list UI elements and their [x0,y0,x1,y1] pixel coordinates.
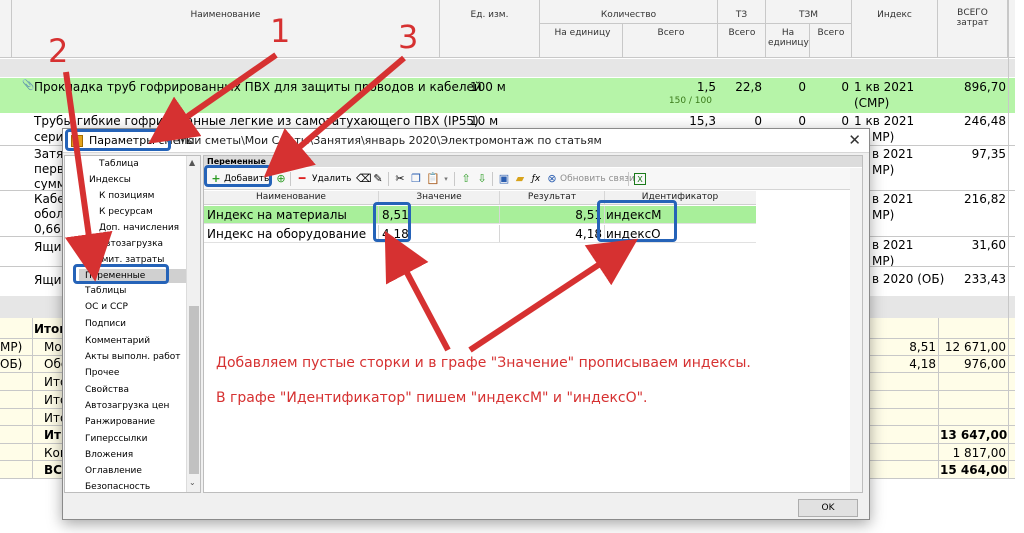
nav-item-security[interactable]: Безопасность [85,482,150,492]
save-icon[interactable]: ▣ [498,173,510,185]
nav-item-price-autoload[interactable]: Автозагрузка цен [85,401,169,411]
settings-nav-tree[interactable]: Таблица ⌄ Индексы К позициям К ресурсам … [64,155,201,493]
header-gap [0,0,12,57]
estimate-params-dialog[interactable]: Параметры сметы Мои сметы\Мои Сметы\Заня… [62,128,870,520]
highlight-variables-item [73,264,169,284]
panel-scrollbar[interactable] [850,168,862,492]
annotation-number-3: 3 [398,18,419,56]
move-up-icon[interactable]: ⇧ [460,173,472,185]
nav-item-work-acts[interactable]: Акты выполн. работ [85,352,181,362]
nav-item-indexes[interactable]: Индексы [89,175,131,185]
nav-scroll-thumb[interactable] [189,306,199,474]
scroll-down-icon[interactable]: ⌄ [189,478,196,487]
header-tzm-total: Всего [817,28,845,38]
panel-title: Переменные [204,156,862,167]
scroll-up-icon[interactable]: ▲ [189,158,195,167]
dialog-path: Мои сметы\Мои Сметы\Занятия\январь 2020\… [178,134,602,147]
ok-button[interactable]: OK [798,499,858,517]
minus-icon[interactable]: ━ [296,173,308,185]
dialog-titlebar[interactable]: Параметры сметы Мои сметы\Мои Сметы\Заня… [63,129,869,153]
variables-panel: Переменные + Добавить ⊕ ━ Удалить ⌫ ✎ ✂ … [203,155,863,493]
nav-item-other[interactable]: Прочее [85,368,119,378]
folder-icon[interactable]: ▰ [514,173,526,185]
nav-item-extra-charges[interactable]: Доп. начисления [99,223,179,233]
header-tz-total: Всего [728,28,756,38]
paperclip-icon: 📎 [22,80,35,91]
nav-scrollbar[interactable]: ▲ ⌄ [186,156,200,492]
annotation-number-2: 2 [48,32,69,70]
add-child-icon[interactable]: ⊕ [275,173,287,185]
header-qty-total: Всего [657,28,685,38]
nav-item-to-positions[interactable]: К позициям [99,191,154,201]
nav-item-attachments[interactable]: Вложения [85,450,133,460]
nav-item-tables[interactable]: Таблицы [85,286,126,296]
edit-icon[interactable]: ✎ [372,173,384,185]
close-icon[interactable]: ✕ [848,131,861,149]
section-band [0,59,1015,77]
highlight-add-button [204,165,272,187]
col-name-header[interactable]: Наименование [204,192,378,202]
nav-item-table[interactable]: Таблица [99,159,139,169]
total-label: Итог [34,322,66,336]
header-tzm-per-unit: На единицу [768,28,809,48]
table-row[interactable]: 📎 Прокладка труб гофрированных ПВХ для з… [0,78,1015,113]
refresh-links-button[interactable]: Обновить связи [560,170,635,188]
highlight-values [373,202,411,242]
annotation-number-1: 1 [270,12,291,50]
excel-icon[interactable]: X [634,173,646,185]
nav-item-autoload[interactable]: Автозагрузка [99,239,163,249]
header-name[interactable]: Наименование [12,0,440,57]
link-icon[interactable]: ⊗ [546,173,558,185]
col-result-header[interactable]: Результат [500,192,604,202]
nav-item-properties[interactable]: Свойства [85,385,129,395]
dropdown-icon[interactable]: ▾ [440,173,452,185]
annotation-text-identifiers: В графе "Идентификатор" пишем "индексМ" … [216,390,648,406]
header-unit[interactable]: Ед. изм. [440,0,540,57]
nav-item-hyperlinks[interactable]: Гиперссылки [85,434,148,444]
cut-icon[interactable]: ✂ [394,173,406,185]
nav-item-os-ssr[interactable]: ОС и ССР [85,302,128,312]
nav-item-ranking[interactable]: Ранжирование [85,417,155,427]
nav-item-contents[interactable]: Оглавление [85,466,142,476]
col-value-header[interactable]: Значение [379,192,499,202]
header-total-costs[interactable]: ВСЕГО затрат [938,0,1008,57]
nav-item-to-resources[interactable]: К ресурсам [99,207,153,217]
sheet-header: Наименование Ед. изм. Количество ТЗ ТЗМ … [0,0,1015,58]
highlight-params-title [65,129,171,151]
nav-item-signatures[interactable]: Подписи [85,319,126,329]
chevron-down-icon[interactable]: ⌄ [77,174,84,183]
paste-icon[interactable]: 📋 [426,173,440,185]
variables-toolbar: + Добавить ⊕ ━ Удалить ⌫ ✎ ✂ ❐ 📋 ▾ ⇧ ⇩ ▣… [204,168,862,190]
nav-item-comment[interactable]: Комментарий [85,336,150,346]
delete-button[interactable]: Удалить [312,170,351,188]
eraser-icon[interactable]: ⌫ [356,173,372,185]
annotation-text-values: Добавляем пустые сторки и в графе "Значе… [216,355,751,371]
header-index[interactable]: Индекс [852,0,938,57]
function-icon[interactable]: ƒx [530,173,542,185]
copy-icon[interactable]: ❐ [410,173,422,185]
header-qty-per-unit: На единицу [554,28,611,38]
move-down-icon[interactable]: ⇩ [476,173,488,185]
highlight-identifiers [597,200,677,242]
